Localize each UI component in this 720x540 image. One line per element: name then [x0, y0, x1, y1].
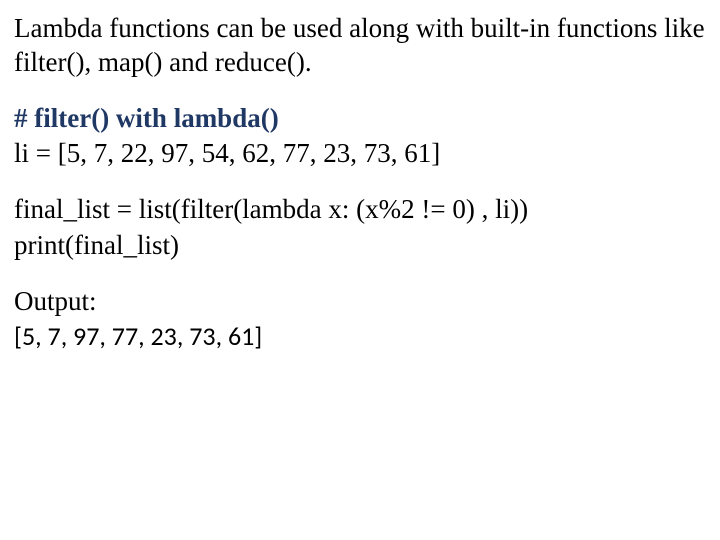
code-line-print: print(final_list) [14, 229, 706, 263]
output-value: [5, 7, 97, 77, 23, 73, 61] [14, 320, 706, 353]
code-line-filter: final_list = list(filter(lambda x: (x%2 … [14, 193, 706, 227]
output-label: Output: [14, 285, 706, 319]
code-heading: # filter() with lambda() [14, 102, 706, 136]
code-block-1: # filter() with lambda() li = [5, 7, 22,… [14, 102, 706, 172]
intro-paragraph: Lambda functions can be used along with … [14, 12, 706, 80]
code-line-li: li = [5, 7, 22, 97, 54, 62, 77, 23, 73, … [14, 137, 706, 171]
output-block: Output: [5, 7, 97, 77, 23, 73, 61] [14, 285, 706, 353]
code-block-2: final_list = list(filter(lambda x: (x%2 … [14, 193, 706, 263]
